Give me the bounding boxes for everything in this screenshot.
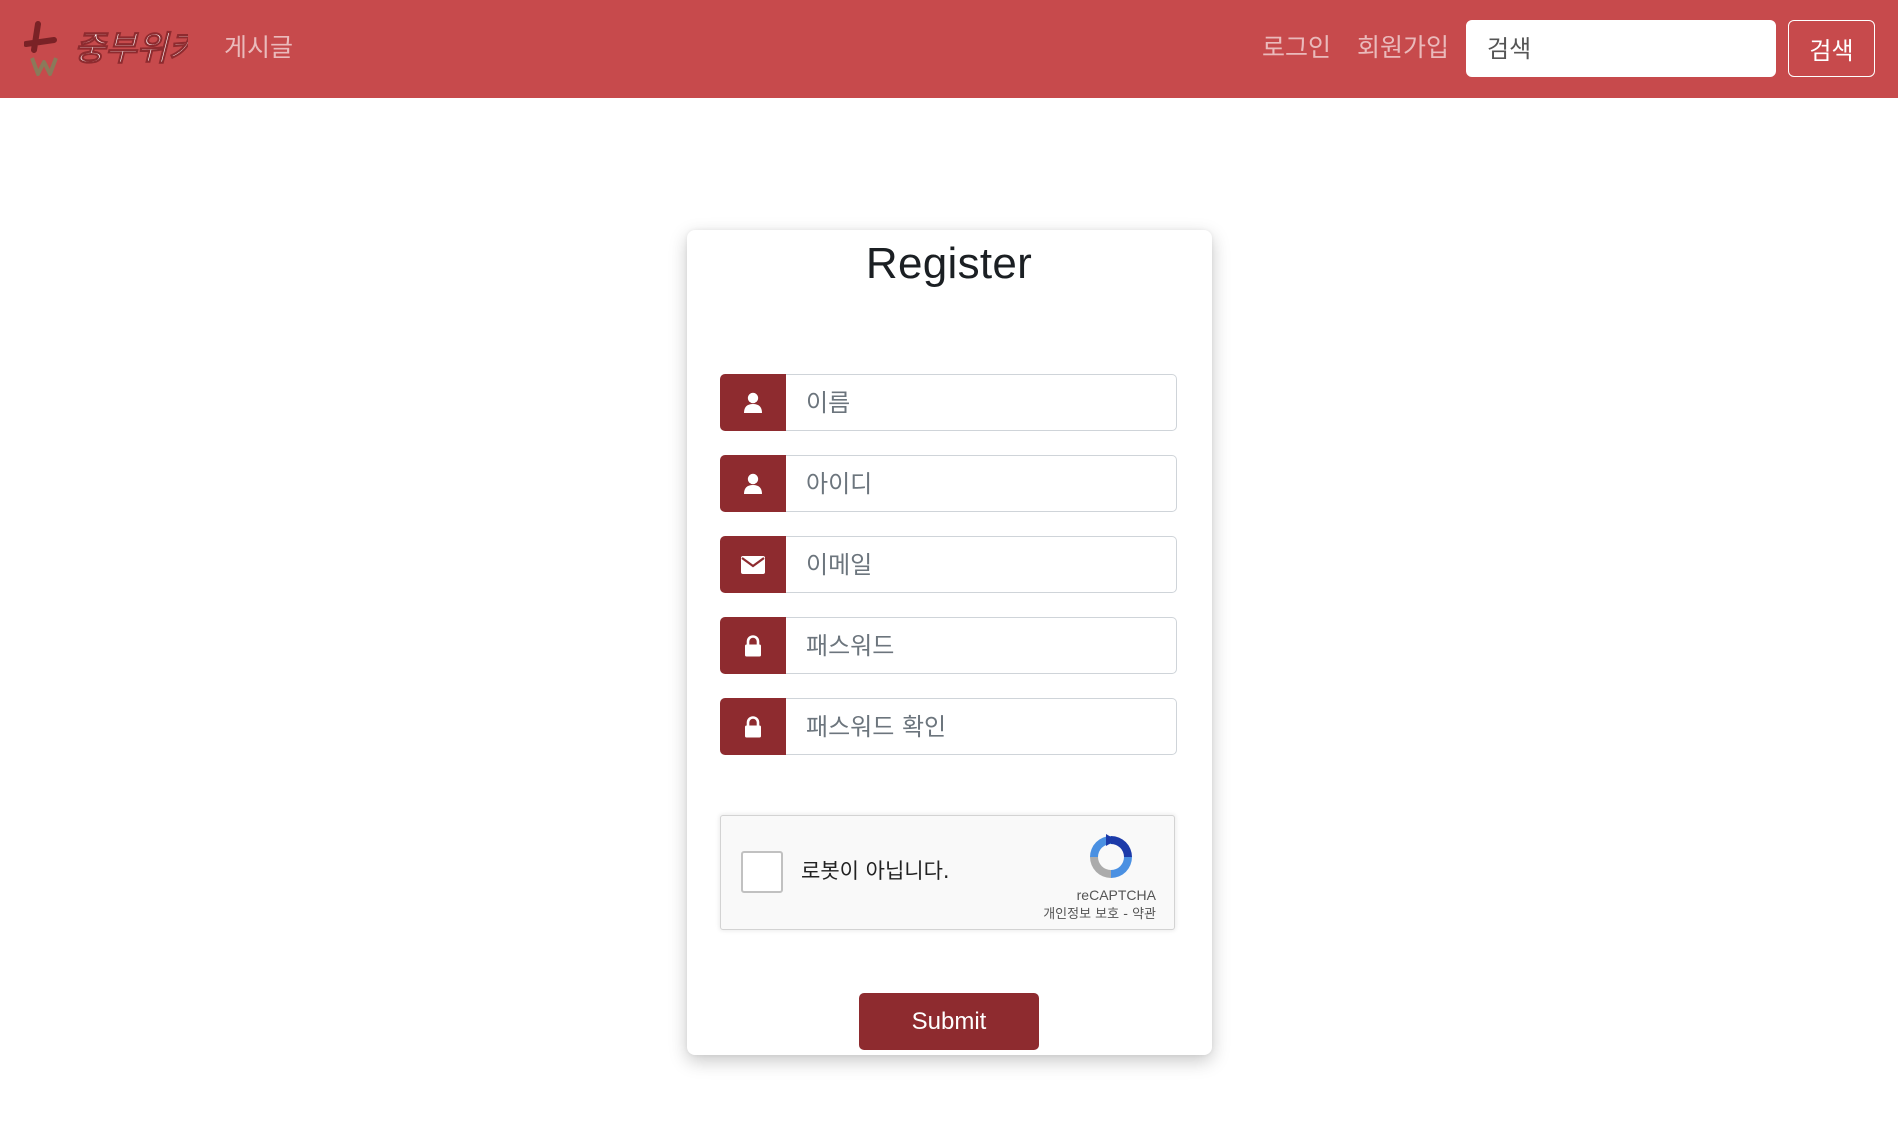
site-logo[interactable]: 중부위키 <box>24 20 188 78</box>
password-input[interactable] <box>786 617 1177 674</box>
nav-signup-link[interactable]: 회원가입 <box>1357 30 1449 66</box>
recaptcha-label: 로봇이 아닙니다. <box>801 859 950 883</box>
name-field <box>720 374 1177 431</box>
recaptcha-terms-link[interactable]: 약관 <box>1132 907 1156 922</box>
search-button[interactable]: 검색 <box>1788 20 1875 77</box>
user-icon <box>720 374 786 431</box>
logo-mark: 중부위키 <box>24 21 188 76</box>
recaptcha-widget: 로봇이 아닙니다. reCAPTCHA 개인정보 보호 - 약관 <box>720 815 1175 930</box>
password-confirm-field <box>720 698 1177 755</box>
envelope-icon <box>720 536 786 593</box>
password-confirm-input[interactable] <box>786 698 1177 755</box>
recaptcha-privacy-link[interactable]: 개인정보 보호 <box>1043 907 1119 922</box>
recaptcha-link-separator: - <box>1119 907 1133 922</box>
nav-posts-link[interactable]: 게시글 <box>224 30 293 66</box>
lock-icon <box>720 698 786 755</box>
navbar: 중부위키 게시글 로그인 회원가입 검색 <box>0 0 1898 98</box>
username-input[interactable] <box>786 455 1177 512</box>
recaptcha-links: 개인정보 보호 - 약관 <box>1043 906 1156 924</box>
recaptcha-checkbox[interactable] <box>741 851 783 893</box>
email-input[interactable] <box>786 536 1177 593</box>
recaptcha-logo-icon <box>1086 832 1136 882</box>
lock-icon <box>720 617 786 674</box>
name-input[interactable] <box>786 374 1177 431</box>
submit-button[interactable]: Submit <box>859 993 1039 1050</box>
email-field <box>720 536 1177 593</box>
recaptcha-brand: reCAPTCHA <box>1076 887 1156 903</box>
password-field <box>720 617 1177 674</box>
logo-text: 중부위키 <box>74 29 188 69</box>
nav-login-link[interactable]: 로그인 <box>1262 30 1331 66</box>
user-icon <box>720 455 786 512</box>
username-field <box>720 455 1177 512</box>
search-input[interactable] <box>1466 20 1776 77</box>
page-title: Register <box>865 239 1033 288</box>
